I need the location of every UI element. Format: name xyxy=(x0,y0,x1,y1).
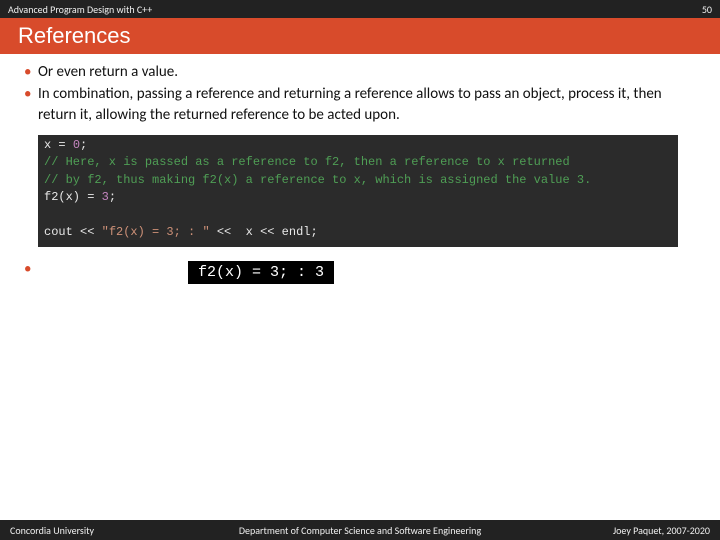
footer-bar: Concordia University Department of Compu… xyxy=(0,520,720,540)
bullet-icon: • xyxy=(24,84,38,104)
slide-title: References xyxy=(18,23,131,49)
console-output: f2(x) = 3; : 3 xyxy=(188,261,334,284)
code-block: x = 0; // Here, x is passed as a referen… xyxy=(38,135,678,247)
bullet-text: In combination, passing a reference and … xyxy=(38,84,696,125)
bullet-item: • f2(x) = 3; : 3 xyxy=(24,255,696,284)
bullet-text: Or even return a value. xyxy=(38,62,696,82)
course-title: Advanced Program Design with C++ xyxy=(8,3,152,16)
code-line: // Here, x is passed as a reference to f… xyxy=(44,154,672,171)
slide-title-bar: References xyxy=(0,18,720,54)
footer-right: Joey Paquet, 2007-2020 xyxy=(613,524,710,537)
footer-center: Department of Computer Science and Softw… xyxy=(239,524,481,537)
code-line xyxy=(44,206,672,223)
code-line: // by f2, thus making f2(x) a reference … xyxy=(44,172,672,189)
bullet-item: • In combination, passing a reference an… xyxy=(24,84,696,125)
code-line: x = 0; xyxy=(44,137,672,154)
slide-content: • Or even return a value. • In combinati… xyxy=(0,54,720,284)
footer-left: Concordia University xyxy=(10,524,94,537)
code-line: cout << "f2(x) = 3; : " << x << endl; xyxy=(44,224,672,241)
top-strip: Advanced Program Design with C++ 50 xyxy=(0,0,720,18)
bullet-icon: • xyxy=(24,62,38,82)
code-line: f2(x) = 3; xyxy=(44,189,672,206)
bullet-item: • Or even return a value. xyxy=(24,62,696,82)
slide-number: 50 xyxy=(702,3,712,16)
bullet-icon: • xyxy=(24,259,38,279)
